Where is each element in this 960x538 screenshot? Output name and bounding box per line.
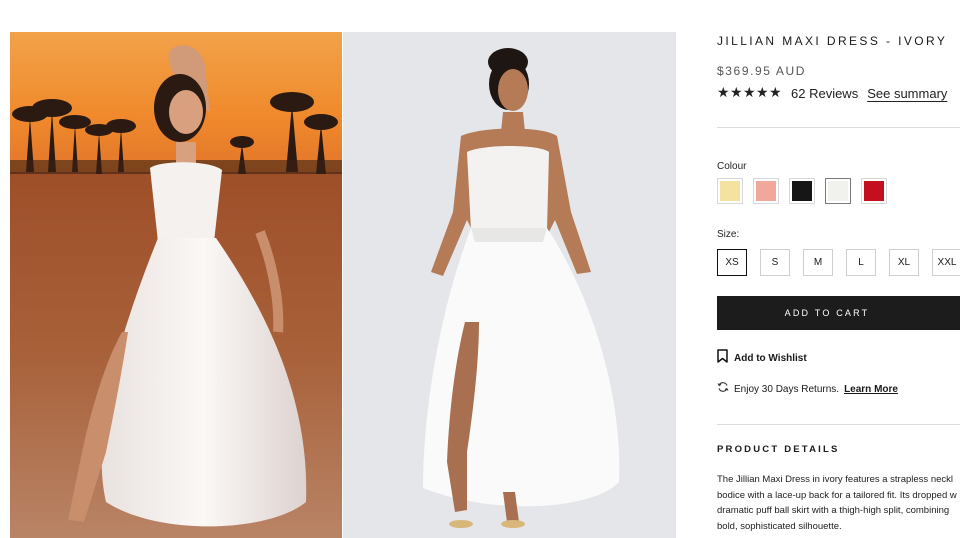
star-icon: ★ bbox=[730, 85, 743, 101]
size-option-l[interactable]: L bbox=[846, 249, 876, 276]
swatch-fill bbox=[792, 181, 812, 201]
colour-swatch-butter[interactable] bbox=[717, 178, 743, 204]
details-line: dramatic puff ball skirt with a thigh-hi… bbox=[717, 505, 950, 517]
size-options: XS S M L XL XXL bbox=[717, 249, 960, 276]
product-info-panel: JILLIAN MAXI DRESS - IVORY $369.95 AUD ★… bbox=[717, 0, 960, 538]
learn-more-link[interactable]: Learn More bbox=[844, 384, 898, 395]
size-option-xl[interactable]: XL bbox=[889, 249, 919, 276]
details-line: bodice with a lace-up back for a tailore… bbox=[717, 489, 957, 501]
product-image-desert[interactable] bbox=[10, 32, 342, 538]
colour-swatch-red[interactable] bbox=[861, 178, 887, 204]
product-title: JILLIAN MAXI DRESS - IVORY bbox=[717, 34, 948, 48]
star-icon: ★ bbox=[717, 85, 730, 101]
divider bbox=[717, 424, 960, 425]
details-line: The Jillian Maxi Dress in ivory features… bbox=[717, 474, 954, 485]
returns-info: Enjoy 30 Days Returns. Learn More bbox=[717, 380, 898, 398]
bookmark-icon bbox=[717, 349, 728, 368]
colour-label: Colour bbox=[717, 161, 747, 172]
reviews-count[interactable]: 62 Reviews bbox=[791, 86, 858, 101]
star-icon: ★ bbox=[743, 85, 756, 101]
product-price: $369.95 AUD bbox=[717, 64, 806, 78]
product-image-studio[interactable] bbox=[343, 32, 676, 538]
see-summary-link[interactable]: See summary bbox=[867, 86, 947, 101]
add-to-wishlist-button[interactable]: Add to Wishlist bbox=[717, 349, 807, 368]
details-line: bold, sophisticated silhouette. bbox=[717, 521, 842, 533]
colour-swatch-ivory[interactable] bbox=[825, 178, 851, 204]
product-details-heading[interactable]: PRODUCT DETAILS bbox=[717, 444, 840, 455]
swatch-fill bbox=[720, 181, 740, 201]
swatch-fill bbox=[756, 181, 776, 201]
size-option-m[interactable]: M bbox=[803, 249, 833, 276]
wishlist-label: Add to Wishlist bbox=[734, 353, 807, 364]
size-option-s[interactable]: S bbox=[760, 249, 790, 276]
size-label: Size: bbox=[717, 229, 740, 240]
star-icon: ★ bbox=[769, 85, 782, 101]
size-option-xxl[interactable]: XXL bbox=[932, 249, 960, 276]
refresh-icon bbox=[717, 380, 729, 398]
star-icon: ★ bbox=[756, 85, 769, 101]
product-gallery bbox=[10, 32, 676, 538]
colour-swatch-pink[interactable] bbox=[753, 178, 779, 204]
add-to-cart-button[interactable]: ADD TO CART bbox=[717, 296, 960, 330]
rating-row: ★ ★ ★ ★ ★ 62 Reviews See summary bbox=[717, 84, 947, 102]
swatch-fill bbox=[864, 181, 884, 201]
divider bbox=[717, 127, 960, 128]
returns-text: Enjoy 30 Days Returns. bbox=[734, 383, 840, 395]
star-rating: ★ ★ ★ ★ ★ bbox=[717, 86, 782, 100]
colour-swatch-black[interactable] bbox=[789, 178, 815, 204]
size-option-xs[interactable]: XS bbox=[717, 249, 747, 276]
swatch-fill bbox=[828, 181, 848, 201]
product-details-text: The Jillian Maxi Dress in ivory features… bbox=[717, 472, 960, 535]
colour-swatches bbox=[717, 178, 897, 204]
